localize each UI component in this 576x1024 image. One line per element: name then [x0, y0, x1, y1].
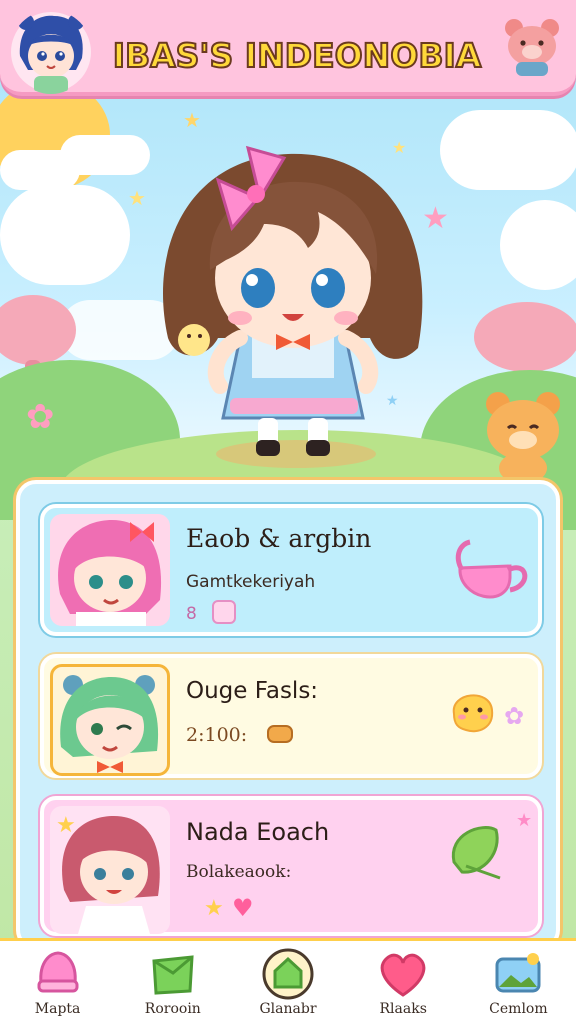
bear-mascot-illustration	[478, 388, 568, 484]
leaf-icon[interactable]	[444, 818, 508, 882]
cloud-decoration	[0, 185, 130, 285]
pot-icon	[31, 947, 85, 1001]
nav-label-glanabr: Glanabr	[259, 1001, 317, 1017]
cloud-decoration	[500, 200, 576, 290]
nav-item-cemlom[interactable]: Cemlom	[461, 941, 576, 1024]
nav-item-rlaaks[interactable]: Rlaaks	[346, 941, 461, 1024]
cloud-decoration	[440, 110, 576, 190]
card-2-title: Ouge Fasls:	[186, 678, 319, 704]
picture-icon	[491, 947, 545, 1001]
tree-decoration	[0, 295, 76, 365]
list-card-3[interactable]: ★ Nada Eoach Bolakeaook: ★ ♥ ★	[40, 796, 542, 936]
cloud-decoration	[60, 135, 150, 175]
card-3-portrait: ★	[50, 806, 170, 934]
card-1-meta: 8	[186, 604, 197, 624]
heart-icon: ♥	[232, 894, 254, 922]
bear-icon[interactable]	[502, 16, 562, 78]
green-box-icon	[146, 947, 200, 1001]
card-3-title: Nada Eoach	[186, 818, 330, 846]
girl-avatar-icon[interactable]	[10, 10, 92, 94]
tree-decoration	[474, 302, 576, 372]
star-icon: ★	[204, 896, 224, 921]
card-1-portrait	[50, 514, 170, 626]
nav-label-cemlom: Cemlom	[489, 1001, 548, 1017]
card-1-title: Eaob & argbin	[186, 524, 372, 553]
card-1-subtitle: Gamtkekeriyah	[186, 572, 316, 592]
card-2-subtitle: 2:100:	[186, 724, 248, 746]
bread-icon	[266, 720, 296, 746]
nav-item-glanabr[interactable]: Glanabr	[230, 941, 345, 1024]
list-panel: Eaob & argbin Gamtkekeriyah 8 Ouge Fasls…	[16, 480, 560, 950]
list-card-2[interactable]: Ouge Fasls: 2:100: ✿	[40, 654, 542, 778]
bottom-navigation: Mapta Rorooin Glanabr Rlaaks Cemlom	[0, 938, 576, 1024]
nav-label-mapta: Mapta	[34, 1001, 81, 1017]
nav-item-mapta[interactable]: Mapta	[0, 941, 115, 1024]
star-decoration: ★	[516, 810, 533, 831]
hero-character-illustration	[148, 128, 438, 468]
teapot-icon[interactable]	[448, 538, 532, 610]
nav-item-rorooin[interactable]: Rorooin	[115, 941, 230, 1024]
svg-text:★: ★	[56, 813, 76, 838]
star-decoration: ★	[183, 108, 201, 132]
card-2-portrait	[50, 664, 170, 776]
app-title: IBAS'S INDEONOBIA	[112, 35, 483, 76]
star-decoration: ★	[128, 186, 146, 210]
nav-label-rorooin: Rorooin	[144, 1001, 201, 1017]
house-icon	[261, 947, 315, 1001]
app-header: IBAS'S INDEONOBIA	[0, 0, 576, 96]
card-3-subtitle: Bolakeaook:	[186, 862, 292, 882]
flower-icon: ✿	[504, 702, 525, 730]
card-1-badge-icon	[212, 600, 236, 624]
nav-label-rlaaks: Rlaaks	[379, 1001, 427, 1017]
blob-face-icon[interactable]	[444, 684, 500, 740]
list-card-1[interactable]: Eaob & argbin Gamtkekeriyah 8	[40, 504, 542, 636]
flower-decoration: ✿	[26, 397, 55, 437]
heart-icon	[376, 947, 430, 1001]
